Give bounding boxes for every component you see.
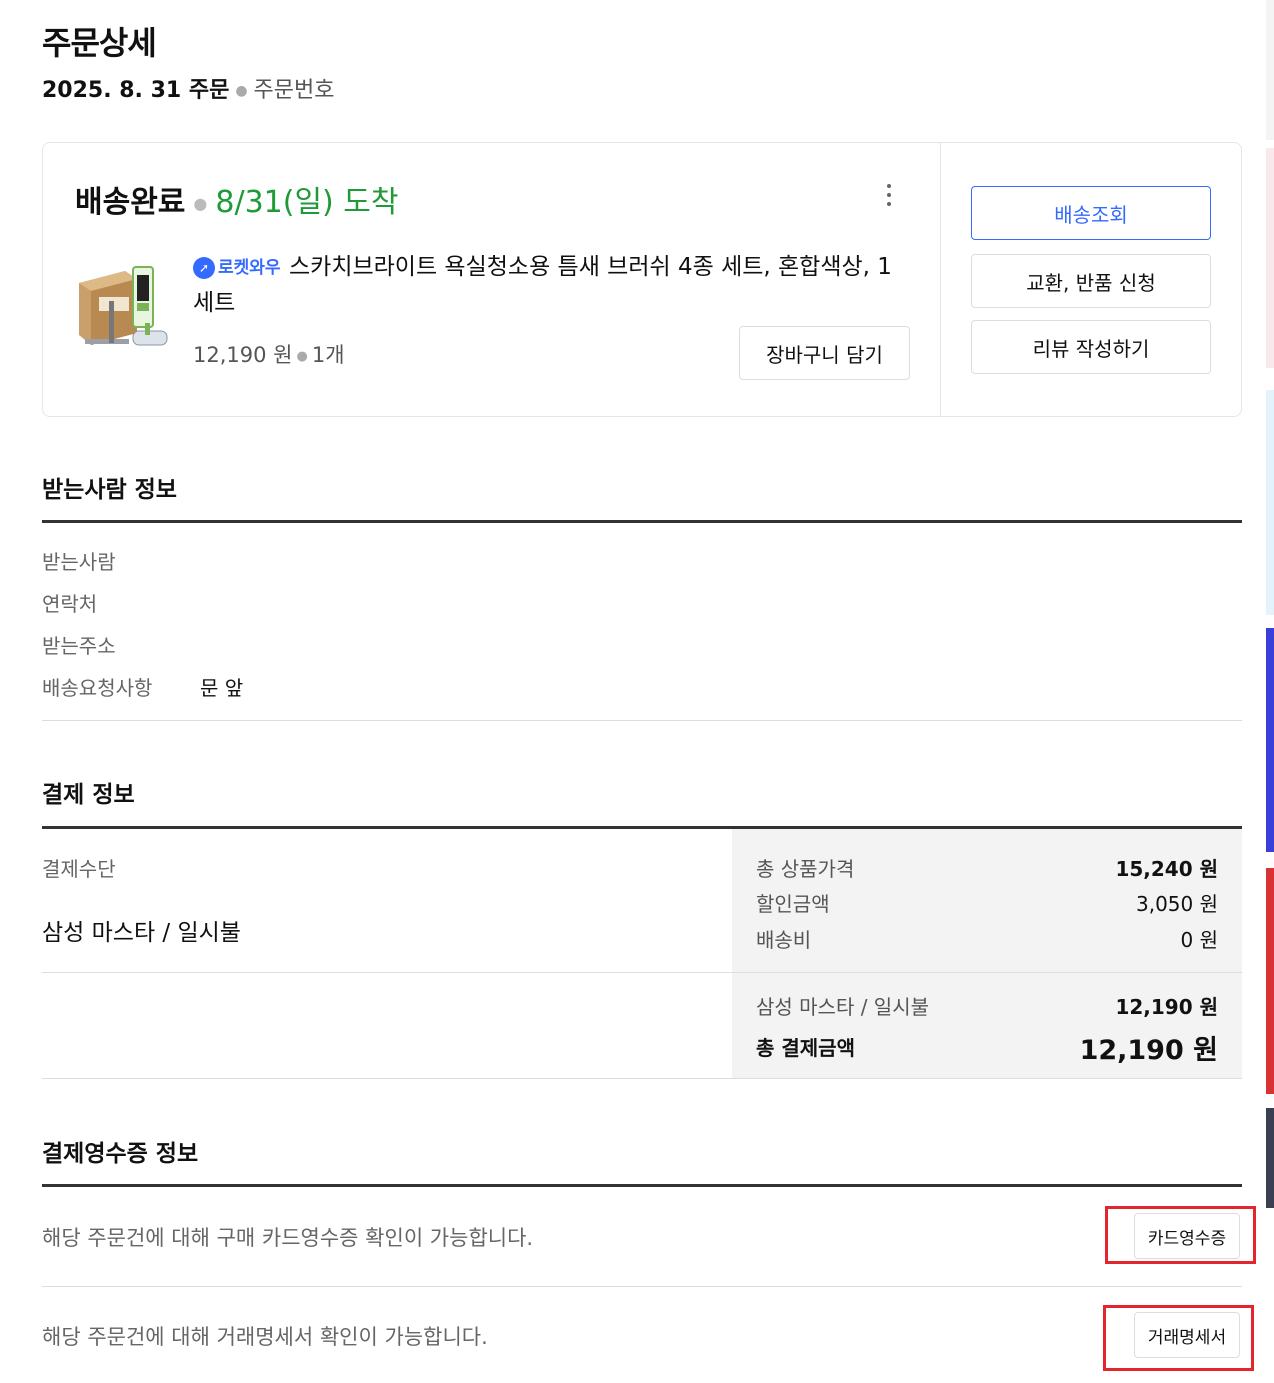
add-to-cart-button[interactable]: 장바구니 담기	[739, 326, 910, 380]
row-divider	[42, 972, 732, 973]
recipient-section-title: 받는사람 정보	[42, 477, 177, 503]
order-card: 배송완료 ● 8/31(일) 도착 스카치브라이트 욕실청소용 틈새 브러쉬 4종 …	[42, 142, 1242, 417]
track-delivery-button[interactable]: 배송조회	[971, 186, 1211, 240]
row-label: 받는주소	[42, 634, 116, 658]
status-text: 배송완료	[75, 185, 186, 220]
edge-panel	[1266, 390, 1274, 615]
rocket-wow-badge: ➚ 로켓와우	[193, 253, 281, 279]
line-label: 할인금액	[756, 892, 830, 916]
edge-panel	[1266, 868, 1274, 1094]
card-payment-line: 삼성 마스타 / 일시불 12,190 원	[756, 991, 1218, 1020]
order-number-label: 주문번호	[253, 78, 335, 103]
line-amount: 0 원	[1180, 928, 1218, 952]
section-divider	[42, 1078, 1242, 1079]
rocket-icon: ➚	[193, 257, 215, 279]
recipient-row: 받는사람	[42, 546, 116, 575]
summary-line: 할인금액 3,050 원	[756, 888, 1218, 917]
product-thumbnail[interactable]	[75, 261, 175, 365]
separator-dot: ●	[193, 194, 208, 213]
badge-label: 로켓와우	[218, 258, 281, 278]
receipt-section-title: 결제영수증 정보	[42, 1141, 199, 1167]
row-label: 받는사람	[42, 550, 116, 574]
delivery-status: 배송완료 ● 8/31(일) 도착	[75, 177, 399, 221]
order-date: 2025. 8. 31 주문	[42, 78, 230, 103]
line-label: 총 상품가격	[756, 857, 855, 881]
page-title: 주문상세	[42, 24, 157, 62]
order-meta: 2025. 8. 31 주문 ● 주문번호	[42, 72, 335, 104]
row-label: 배송요청사항	[42, 676, 153, 700]
payment-method-label: 결제수단	[42, 857, 116, 881]
section-divider	[42, 720, 1242, 721]
line-amount: 15,240 원	[1115, 857, 1218, 881]
exchange-return-button[interactable]: 교환, 반품 신청	[971, 254, 1211, 308]
total-label: 총 결제금액	[756, 1036, 855, 1060]
highlight-box	[1103, 1305, 1254, 1371]
payment-section-title: 결제 정보	[42, 782, 135, 808]
product-name[interactable]: 스카치브라이트 욕실청소용 틈새 브러쉬 4종 세트, 혼합색상, 1세트	[193, 249, 913, 321]
total-amount: 12,190 원	[1079, 1035, 1218, 1066]
line-label: 배송비	[756, 928, 812, 952]
edge-panel	[1266, 628, 1274, 852]
card-divider	[940, 143, 941, 416]
summary-line: 총 상품가격 15,240 원	[756, 853, 1218, 882]
write-review-button[interactable]: 리뷰 작성하기	[971, 320, 1211, 374]
separator-dot: ●	[235, 83, 248, 99]
product-price: 12,190 원 ● 1개	[193, 339, 345, 369]
payment-summary: 총 상품가격 15,240 원 할인금액 3,050 원 배송비 0 원 삼성 마스타…	[732, 829, 1242, 1079]
edge-panel	[1266, 1108, 1274, 1208]
recipient-row: 배송요청사항 문 앞	[42, 672, 243, 701]
line-amount: 12,190 원	[1115, 995, 1218, 1019]
highlight-box	[1105, 1206, 1256, 1264]
statement-text: 해당 주문건에 대해 거래명세서 확인이 가능합니다.	[42, 1325, 488, 1349]
payment-method-value: 삼성 마스타 / 일시불	[42, 920, 241, 946]
card-receipt-text: 해당 주문건에 대해 구매 카드영수증 확인이 가능합니다.	[42, 1226, 534, 1250]
line-amount: 3,050 원	[1135, 892, 1218, 916]
row-value: 문 앞	[200, 676, 244, 700]
more-options-icon[interactable]	[881, 181, 897, 211]
summary-line: 배송비 0 원	[756, 924, 1218, 953]
arrival-date: 8/31(일) 도착	[215, 185, 399, 220]
separator-dot: ●	[296, 348, 308, 364]
section-divider	[42, 520, 1242, 523]
recipient-row: 연락처	[42, 588, 97, 617]
line-label: 삼성 마스타 / 일시불	[756, 995, 930, 1019]
quantity-value: 1개	[311, 343, 345, 367]
summary-divider	[732, 972, 1242, 973]
edge-panel	[1266, 0, 1274, 140]
row-divider	[42, 1286, 1242, 1287]
total-payment-line: 총 결제금액 12,190 원	[756, 1032, 1218, 1066]
price-value: 12,190 원	[193, 343, 293, 367]
edge-panel	[1266, 148, 1274, 368]
section-divider	[42, 1184, 1242, 1187]
row-label: 연락처	[42, 592, 98, 616]
recipient-row: 받는주소	[42, 630, 116, 659]
